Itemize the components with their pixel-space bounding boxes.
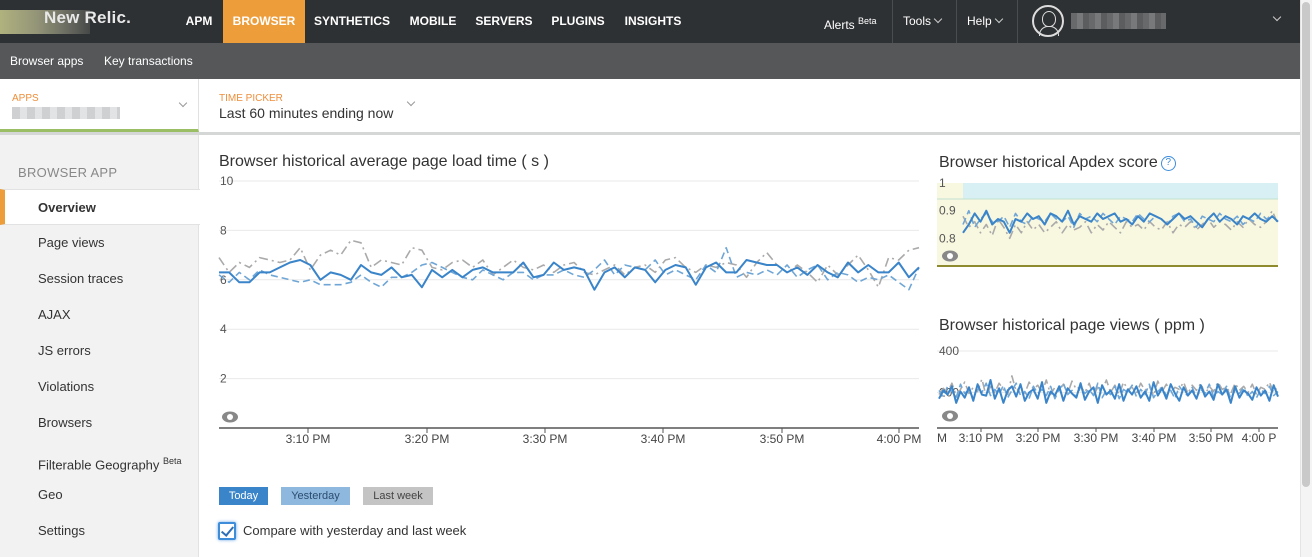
time-picker[interactable]: TIME PICKER Last 60 minutes ending now [199,79,419,132]
sidebar-item-js-errors[interactable]: JS errors [0,333,199,369]
sidebar-item-label: Filterable Geography [38,457,160,473]
apdex-excellent-band [963,183,1278,199]
apdex-chart-title: Browser historical Apdex score? [939,154,1176,172]
chevron-down-icon [933,14,943,24]
nav-servers[interactable]: SERVERS [470,0,538,43]
nav-tools[interactable]: Tools [892,0,951,43]
sidebar: BROWSER APP Overview Page views Session … [0,135,200,557]
y-tick-label: 0.8 [939,231,956,245]
eye-icon-pupil [947,413,953,419]
nav-apm[interactable]: APM [178,0,220,43]
x-tick-label: 3:40 PM [1132,431,1177,445]
x-tick-label: 4:00 PM [877,432,922,446]
nav-synthetics[interactable]: SYNTHETICS [308,0,396,43]
nav-help[interactable]: Help [956,0,1014,43]
x-tick-label: 3:20 PM [405,432,450,446]
y-tick-label: 4 [220,322,227,336]
sidebar-item-settings[interactable]: Settings [0,513,199,549]
y-tick-label: 2 [220,372,227,386]
alerts-beta-badge: Beta [858,16,877,26]
apps-label: APPS [12,93,39,104]
nav-browser[interactable]: BROWSER [223,0,305,43]
sidebar-heading: BROWSER APP [18,165,118,180]
compare-label: Compare with yesterday and last week [243,523,467,538]
user-name-blurred[interactable] [1071,13,1166,29]
x-tick-label: 3:50 PM [1189,431,1234,445]
page-views-chart-title: Browser historical page views ( ppm ) [939,317,1205,334]
eye-icon-pupil [227,414,233,420]
apdex-title-text: Browser historical Apdex score [939,154,1158,171]
legend-lastweek-button[interactable]: Last week [363,487,433,505]
sidebar-item-filterable-geography[interactable]: Filterable Geography Beta [0,443,199,479]
sidebar-item-browsers[interactable]: Browsers [0,405,199,441]
tools-label: Tools [903,14,932,28]
sub-nav: Browser apps Key transactions [0,43,1300,79]
legend-yesterday-button[interactable]: Yesterday [281,487,350,505]
app-name-blurred [12,107,120,119]
chevron-down-icon [994,14,1003,24]
apps-picker[interactable]: APPS [0,79,199,132]
page-views-chart[interactable]: 400200M 3:10 PM 3:20 PM 3:30 PM 3:40 PM 3:50 … [937,336,1282,448]
sidebar-item-page-views[interactable]: Page views [0,225,199,261]
compare-checkbox[interactable] [218,522,236,540]
x-tick-label: 3:50 PM [760,432,805,446]
user-avatar-icon[interactable] [1032,5,1064,37]
x-tick-label: 3:20 PM [1016,431,1061,445]
sidebar-item-violations[interactable]: Violations [0,369,199,405]
subnav-browser-apps[interactable]: Browser apps [10,43,83,79]
x-tick-label: 3:10 PM [286,432,331,446]
x-tick-label: 3:10 PM [959,431,1004,445]
legend-today-button[interactable]: Today [219,487,268,505]
beta-badge: Beta [163,456,182,466]
page-load-chart[interactable]: 10 8 6 4 2 3:10 PM 3:20 PM 3:30 PM 3:40 PM 3:50 P… [215,172,925,452]
y-tick-label: 10 [220,174,234,188]
subnav-key-transactions[interactable]: Key transactions [104,43,193,79]
y-tick-label: 8 [220,223,227,237]
y-tick-label: 400 [939,344,959,358]
user-menu-chevron-icon[interactable] [1272,12,1282,22]
time-picker-label: TIME PICKER [219,93,283,104]
alerts-label: Alerts [824,18,855,32]
scrollbar-thumb[interactable] [1302,2,1310,487]
sidebar-item-ajax[interactable]: AJAX [0,297,199,333]
eye-icon-pupil [947,253,953,259]
y-tick-label: 0.9 [939,204,956,218]
x-tick-label: 4:00 P [1242,431,1277,445]
sidebar-item-geo[interactable]: Geo [0,477,199,513]
sidebar-item-overview[interactable]: Overview [0,189,200,225]
x-tick-label: M [937,431,947,445]
x-tick-label: 3:40 PM [641,432,686,446]
apdex-chart[interactable]: 1 0.9 0.8 [937,173,1282,273]
top-nav: New Relic. APM BROWSER SYNTHETICS MOBILE… [0,0,1300,43]
y-tick-label: 1 [939,176,946,190]
sidebar-item-session-traces[interactable]: Session traces [0,261,199,297]
new-relic-logo[interactable]: New Relic. [0,0,150,43]
page-load-chart-title: Browser historical average page load tim… [219,153,549,170]
help-label: Help [967,14,992,28]
nav-mobile[interactable]: MOBILE [400,0,466,43]
nav-divider [1017,0,1018,43]
nav-plugins[interactable]: PLUGINS [545,0,611,43]
help-icon[interactable]: ? [1160,156,1176,171]
nav-insights[interactable]: INSIGHTS [618,0,688,43]
time-picker-value: Last 60 minutes ending now [219,105,394,121]
chevron-down-icon [406,97,416,107]
nav-alerts[interactable]: Alerts Beta [824,0,877,43]
y-tick-label: 6 [220,273,227,287]
x-tick-label: 3:30 PM [523,432,568,446]
x-tick-label: 3:30 PM [1074,431,1119,445]
brand-name: New Relic. [44,8,132,27]
chevron-down-icon [178,98,188,108]
picker-bar: APPS TIME PICKER Last 60 minutes ending … [0,79,1300,135]
